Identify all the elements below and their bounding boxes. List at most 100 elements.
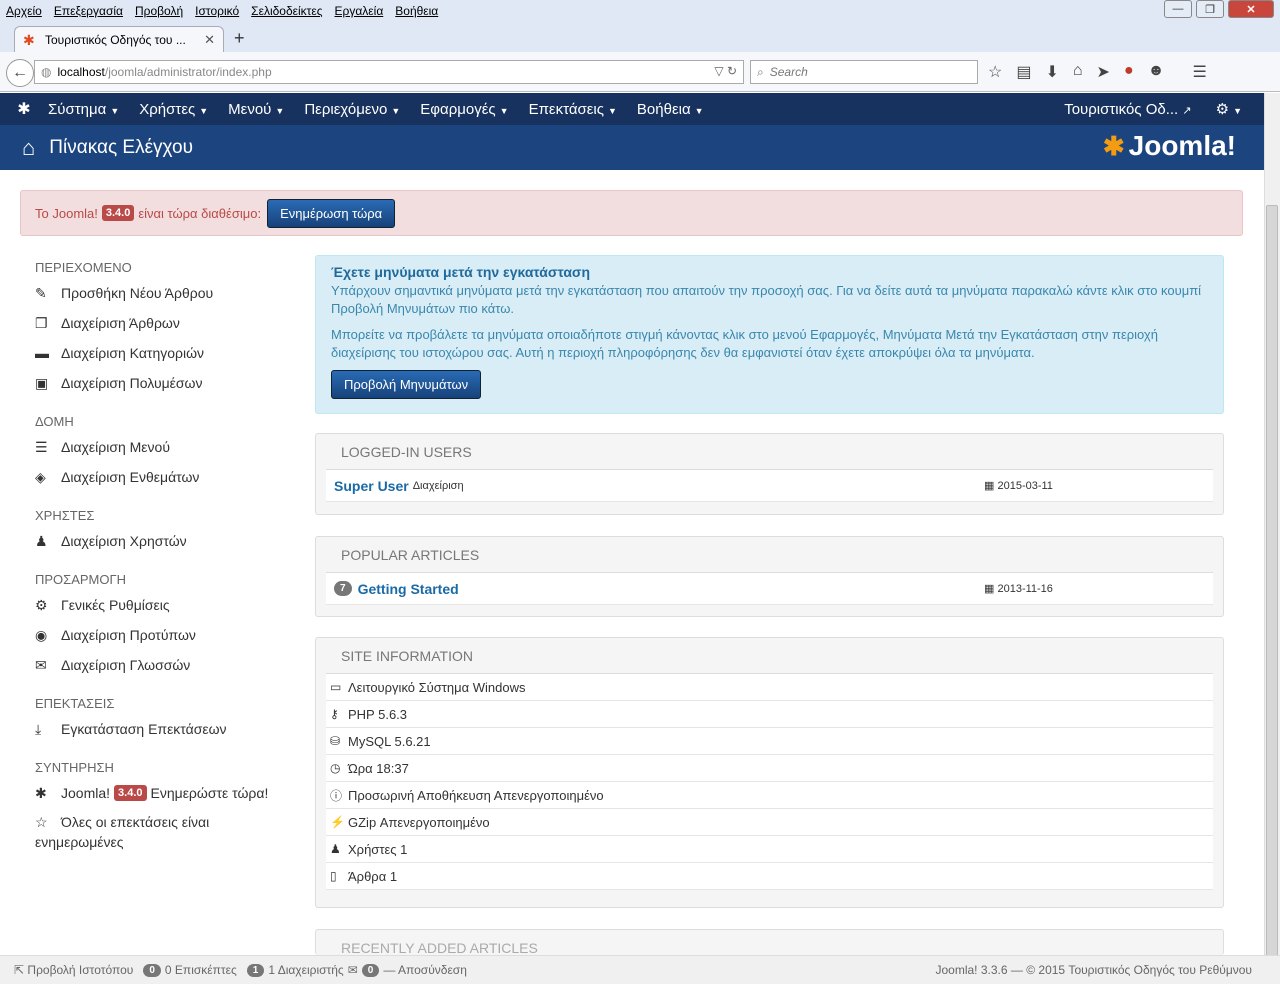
sidebar-item-add-article[interactable]: ✎ Προσθήκη Νέου Άρθρου (35, 278, 295, 308)
back-button[interactable]: ← (6, 59, 34, 87)
menu-help[interactable]: Βοήθεια (395, 4, 438, 18)
globe-icon: ◍ (41, 65, 52, 79)
joomla-logo-icon[interactable]: ✱ (0, 99, 48, 119)
menu-users[interactable]: Χρήστες ▼ (139, 101, 208, 118)
sidebar-item-install-extensions[interactable]: ⤓ Εγκατάσταση Επεκτάσεων (35, 714, 295, 744)
url-path: /joomla/administrator/index.php (104, 65, 272, 79)
pencil-icon: ✎ (35, 284, 47, 301)
menu-view[interactable]: Προβολή (135, 4, 183, 18)
browser-tab[interactable]: ✱ Τουριστικός Οδηγός του ... ✕ (14, 26, 224, 52)
status-bar: ⇱ Προβολή Ιστοτόπου 0 0 Επισκέπτες 1 1 Δ… (0, 955, 1280, 984)
menu-components[interactable]: Εφαρμογές ▼ (420, 101, 508, 118)
view-site-link[interactable]: ⇱ Προβολή Ιστοτόπου (14, 963, 133, 977)
joomla-label: Joomla! (61, 785, 111, 801)
lightning-icon: ⚡ (330, 815, 345, 829)
sidebar-item-label: Διαχείριση Ενθεμάτων (61, 469, 200, 485)
minimize-button[interactable]: — (1164, 0, 1192, 18)
download-icon: ⤓ (35, 720, 42, 737)
downloads-icon[interactable]: ⬇ (1045, 62, 1058, 82)
toolbar-icons: ☆ ▤ ⬇ ⌂ ➤ ● ☻ ☰ (988, 62, 1207, 82)
adblock-icon[interactable]: ● (1124, 62, 1134, 82)
panel-title: RECENTLY ADDED ARTICLES (341, 940, 538, 955)
maximize-button[interactable]: ❐ (1196, 0, 1224, 18)
close-tab-icon[interactable]: ✕ (204, 32, 215, 48)
menu-help[interactable]: Βοήθεια ▼ (637, 101, 704, 118)
browser-menubar: Αρχείο Επεξεργασία Προβολή Ιστορικό Σελι… (0, 0, 1280, 22)
sidebar-item-extensions-uptodate[interactable]: ☆ Όλες οι επεκτάσεις είναι ενημερωμένες (35, 808, 295, 852)
sidebar-item-templates[interactable]: ◉ Διαχείριση Προτύπων (35, 620, 295, 650)
sidebar-item-media[interactable]: ▣ Διαχείριση Πολυμέσων (35, 368, 295, 398)
sidebar-item-users[interactable]: ♟ Διαχείριση Χρηστών (35, 526, 295, 556)
user-link[interactable]: Super User (334, 478, 409, 494)
caret-icon: ▼ (694, 105, 704, 116)
close-window-button[interactable]: ✕ (1228, 0, 1274, 18)
update-now-button[interactable]: Ενημέρωση τώρα (267, 198, 396, 228)
info-text: PHP 5.6.3 (348, 706, 408, 722)
hamburger-menu-icon[interactable]: ☰ (1192, 62, 1206, 82)
sidebar-item-label: Διαχείριση Γλωσσών (61, 657, 191, 673)
menu-extensions[interactable]: Επεκτάσεις ▼ (529, 101, 617, 118)
info-text: GZip Απενεργοποιημένο (348, 814, 490, 830)
sidebar-item-languages[interactable]: ✉ Διαχείριση Γλωσσών (35, 650, 295, 680)
scrollbar-thumb[interactable] (1266, 205, 1278, 970)
info-text: Ώρα 18:37 (348, 760, 409, 776)
chat-icon[interactable]: ☻ (1148, 62, 1165, 82)
menu-bookmarks[interactable]: Σελιδοδείκτες (251, 4, 322, 18)
info-text: MySQL 5.6.21 (348, 733, 431, 749)
reading-list-icon[interactable]: ▤ (1016, 62, 1031, 82)
comments-icon: ✉ (35, 656, 47, 673)
sidebar-item-articles[interactable]: ❐ Διαχείριση Άρθρων (35, 308, 295, 338)
menu-menus[interactable]: Μενού ▼ (228, 101, 284, 118)
copy-icon: ❐ (35, 314, 48, 331)
send-icon[interactable]: ➤ (1097, 62, 1110, 82)
page-scrollbar[interactable] (1264, 93, 1280, 970)
menu-tools[interactable]: Εργαλεία (335, 4, 384, 18)
sidebar-group-content: ΠΕΡΙΕΧΟΜΕΝΟ ✎ Προσθήκη Νέου Άρθρου ❐ Διαχε… (35, 258, 295, 398)
sidebar-heading: ΣΥΝΤΗΡΗΣΗ (35, 760, 114, 775)
dropdown-icon[interactable]: ▽ (714, 64, 723, 78)
url-bar[interactable]: ◍ localhost/joomla/administrator/index.p… (34, 60, 744, 84)
menu-content[interactable]: Περιεχόμενο ▼ (304, 101, 400, 118)
login-date: 2015-03-11 (997, 480, 1053, 492)
joomla-admin-menu: ✱ Σύστημα ▼ Χρήστες ▼ Μενού ▼ Περιεχόμενο ▼ … (0, 93, 1280, 125)
site-information-panel: SITE INFORMATION ▭ Λειτουργικό Σύστημα Wi… (315, 637, 1224, 908)
article-link[interactable]: Getting Started (358, 581, 459, 597)
reload-icon[interactable]: ↻ (727, 64, 737, 78)
joomla-favicon-icon: ✱ (23, 31, 35, 48)
sidebar-item-global-config[interactable]: ⚙ Γενικές Ρυθμίσεις (35, 590, 295, 620)
footer-copyright: Joomla! 3.3.6 — © 2015 Τουριστικός Οδηγό… (936, 963, 1253, 977)
sidebar-item-menus[interactable]: ☰ Διαχείριση Μενού (35, 432, 295, 462)
new-tab-icon[interactable]: + (234, 28, 245, 49)
file-icon: ▯ (330, 869, 337, 883)
joomla-brand-logo: ✱ Joomla! (1103, 130, 1236, 162)
menu-history[interactable]: Ιστορικό (195, 4, 239, 18)
bookmark-star-icon[interactable]: ☆ (988, 62, 1002, 82)
menu-edit[interactable]: Επεξεργασία (54, 4, 123, 18)
menu-file[interactable]: Αρχείο (6, 4, 42, 18)
view-site-label: Προβολή Ιστοτόπου (27, 963, 134, 977)
menu-system[interactable]: Σύστημα ▼ (48, 101, 119, 118)
sidebar-item-modules[interactable]: ◈ Διαχείριση Ενθεμάτων (35, 462, 295, 492)
calendar-icon: ▦ (984, 480, 995, 492)
tab-title: Τουριστικός Οδηγός του ... (45, 32, 186, 47)
search-input[interactable]: ⌕ Search (750, 60, 978, 84)
logout-link[interactable]: — Αποσύνδεση (383, 963, 467, 977)
key-icon: ⚷ (330, 707, 339, 721)
info-row-articles: ▯ Άρθρα 1 (326, 863, 1213, 890)
user-settings-menu[interactable]: ⚙ ▼ (1216, 100, 1242, 118)
list-item: Super User Διαχείριση ▦ 2015-03-11 (326, 470, 1213, 502)
view-messages-button[interactable]: Προβολή Μηνυμάτων (331, 370, 482, 399)
home-icon[interactable]: ⌂ (1073, 62, 1083, 82)
sidebar-item-label: Γενικές Ρυθμίσεις (61, 597, 170, 613)
sidebar-item-label: Διαχείριση Πολυμέσων (61, 375, 203, 391)
envelope-icon[interactable]: ✉ (348, 963, 358, 977)
sidebar-item-joomla-update[interactable]: ✱ Joomla! 3.4.0 Ενημερώστε τώρα! (35, 778, 295, 808)
browser-navbar: ← ◍ localhost/joomla/administrator/index… (0, 52, 1280, 92)
page-header: ⌂ Πίνακας Ελέγχου ✱ Joomla! (0, 125, 1264, 170)
version-badge: 3.4.0 (114, 785, 147, 801)
messages-badge[interactable]: 0 (361, 963, 380, 977)
postinstall-messages-box: Έχετε μηνύματα μετά την εγκατάσταση Υπάρ… (315, 255, 1224, 414)
sidebar-item-categories[interactable]: ▬ Διαχείριση Κατηγοριών (35, 338, 295, 368)
alert-prefix: Το Joomla! (35, 205, 98, 221)
site-link[interactable]: Τουριστικός Οδ... ↗ (1064, 101, 1191, 118)
